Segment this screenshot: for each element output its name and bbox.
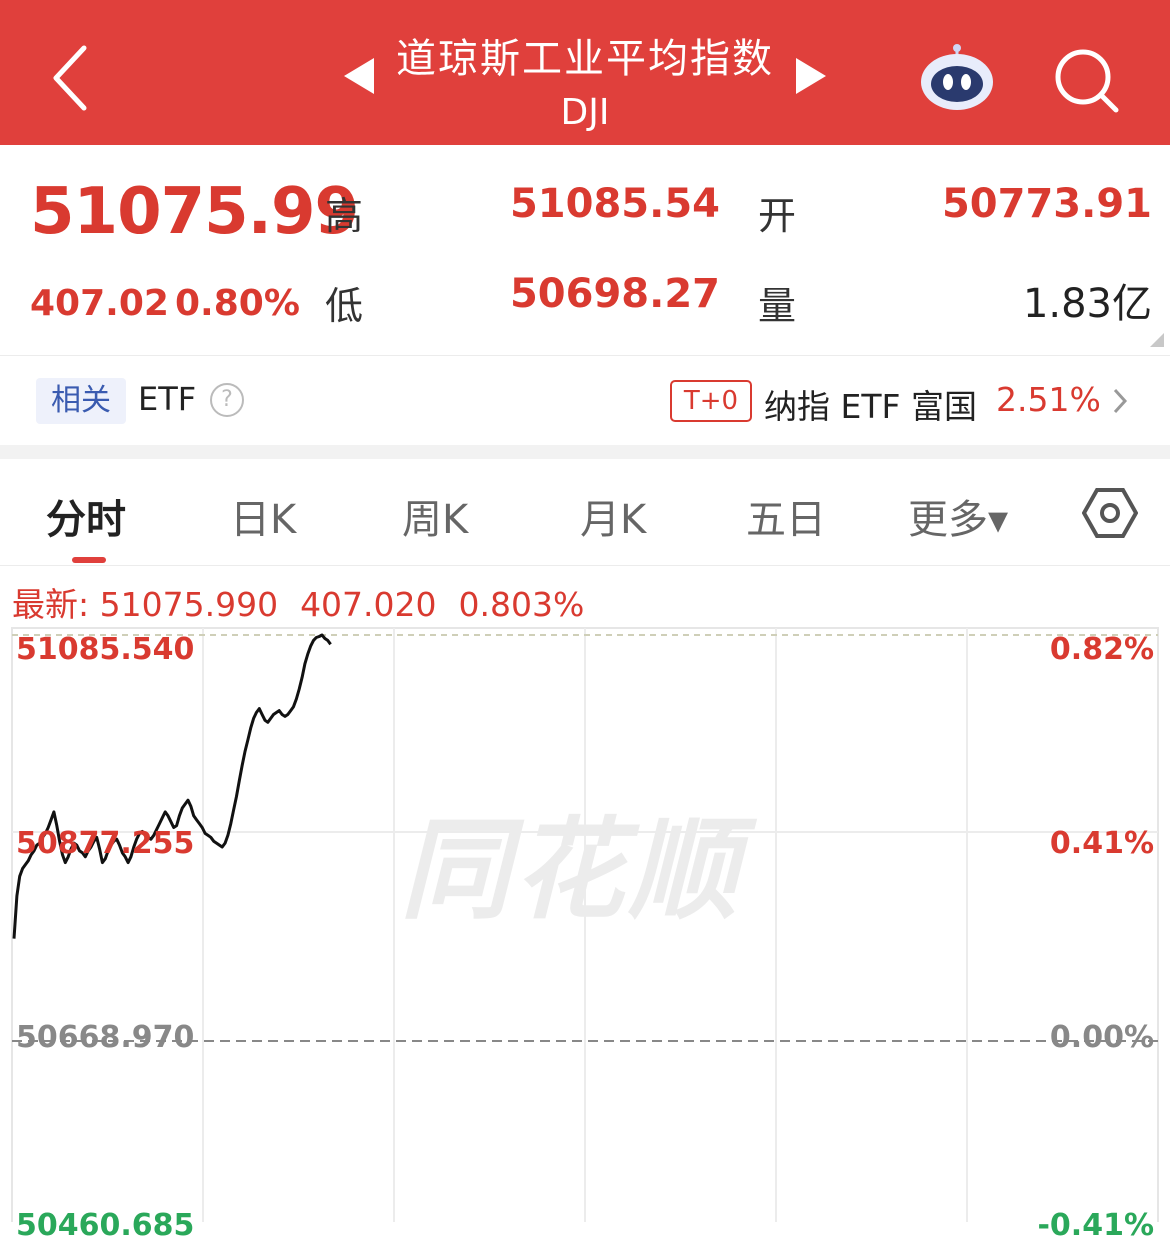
section-divider bbox=[0, 445, 1170, 459]
etf-link[interactable]: T+0 纳指 ETF 富国 2.51% bbox=[670, 374, 1140, 428]
tab-daily-k[interactable]: 日K bbox=[230, 487, 296, 545]
etf-label: ETF bbox=[138, 380, 197, 418]
high-label: 高 bbox=[325, 194, 364, 238]
y-right-tick-mid: 0.41% bbox=[1049, 826, 1154, 861]
back-icon[interactable] bbox=[42, 38, 102, 118]
chevron-right-icon bbox=[1110, 386, 1130, 416]
active-tab-indicator bbox=[72, 557, 106, 563]
tab-weekly-k[interactable]: 周K bbox=[402, 487, 468, 545]
search-icon[interactable] bbox=[1050, 44, 1122, 116]
price-series-line bbox=[12, 633, 332, 939]
app-header: 道琼斯工业平均指数 DJI bbox=[0, 0, 1170, 145]
open-value: 50773.91 bbox=[941, 181, 1152, 227]
index-title: 道琼斯工业平均指数 bbox=[396, 36, 774, 82]
related-tag: 相关 bbox=[36, 378, 126, 424]
latest-change: 407.020 bbox=[300, 585, 437, 624]
low-value: 50698.27 bbox=[509, 271, 720, 317]
index-title-area: 道琼斯工业平均指数 DJI bbox=[340, 20, 830, 140]
help-icon[interactable]: ? bbox=[210, 383, 244, 417]
chart-grid bbox=[11, 627, 1159, 1222]
quote-panel: 51075.99 407.02 0.80% 高 51085.54 低 50698… bbox=[0, 145, 1170, 353]
y-right-tick-top: 0.82% bbox=[1049, 632, 1154, 667]
expand-corner-icon[interactable] bbox=[1150, 333, 1164, 347]
volume-value: 1.83亿 bbox=[1022, 281, 1152, 327]
tab-intraday[interactable]: 分时 bbox=[46, 487, 126, 545]
low-label: 低 bbox=[325, 284, 364, 328]
settings-hexagon-icon[interactable] bbox=[1081, 485, 1139, 541]
open-label: 开 bbox=[758, 194, 797, 238]
t0-badge: T+0 bbox=[670, 380, 752, 422]
chart-lines bbox=[12, 633, 332, 939]
etf-change-pct: 2.51% bbox=[996, 380, 1101, 419]
etf-name: 纳指 ETF 富国 bbox=[764, 387, 977, 426]
intraday-chart[interactable]: 同花顺 51085.540 50877.255 50668.970 50460.… bbox=[0, 620, 1170, 1243]
y-right-tick-bottom: -0.41% bbox=[1037, 1208, 1154, 1243]
y-right-tick-base: 0.00% bbox=[1049, 1020, 1154, 1055]
y-left-tick-base: 50668.970 bbox=[16, 1020, 195, 1055]
price-change-pct: 0.80% bbox=[175, 283, 300, 324]
latest-quote-line: 最新: 51075.990 407.020 0.803% bbox=[12, 578, 606, 626]
tab-five-day[interactable]: 五日 bbox=[746, 487, 826, 545]
related-etf-row: 相关 ETF ? T+0 纳指 ETF 富国 2.51% bbox=[0, 355, 1170, 446]
volume-label: 量 bbox=[758, 284, 797, 328]
high-value: 51085.54 bbox=[509, 181, 720, 227]
latest-pct: 0.803% bbox=[458, 585, 585, 624]
tab-monthly-k[interactable]: 月K bbox=[580, 487, 646, 545]
latest-price: 最新: 51075.990 bbox=[12, 585, 279, 624]
last-price: 51075.99 bbox=[30, 175, 359, 249]
chart-canvas bbox=[11, 627, 1159, 1222]
index-code: DJI bbox=[560, 92, 610, 133]
y-left-tick-top: 51085.540 bbox=[16, 632, 195, 667]
tab-more[interactable]: 更多▾ bbox=[908, 487, 1008, 545]
y-left-tick-bottom: 50460.685 bbox=[16, 1208, 195, 1243]
price-change: 407.02 bbox=[30, 283, 169, 324]
next-index-icon[interactable] bbox=[790, 56, 830, 96]
chart-tabs: 分时 日K 周K 月K 五日 更多▾ bbox=[0, 459, 1170, 566]
y-left-tick-mid: 50877.255 bbox=[16, 826, 195, 861]
assistant-robot-icon[interactable] bbox=[918, 42, 996, 112]
